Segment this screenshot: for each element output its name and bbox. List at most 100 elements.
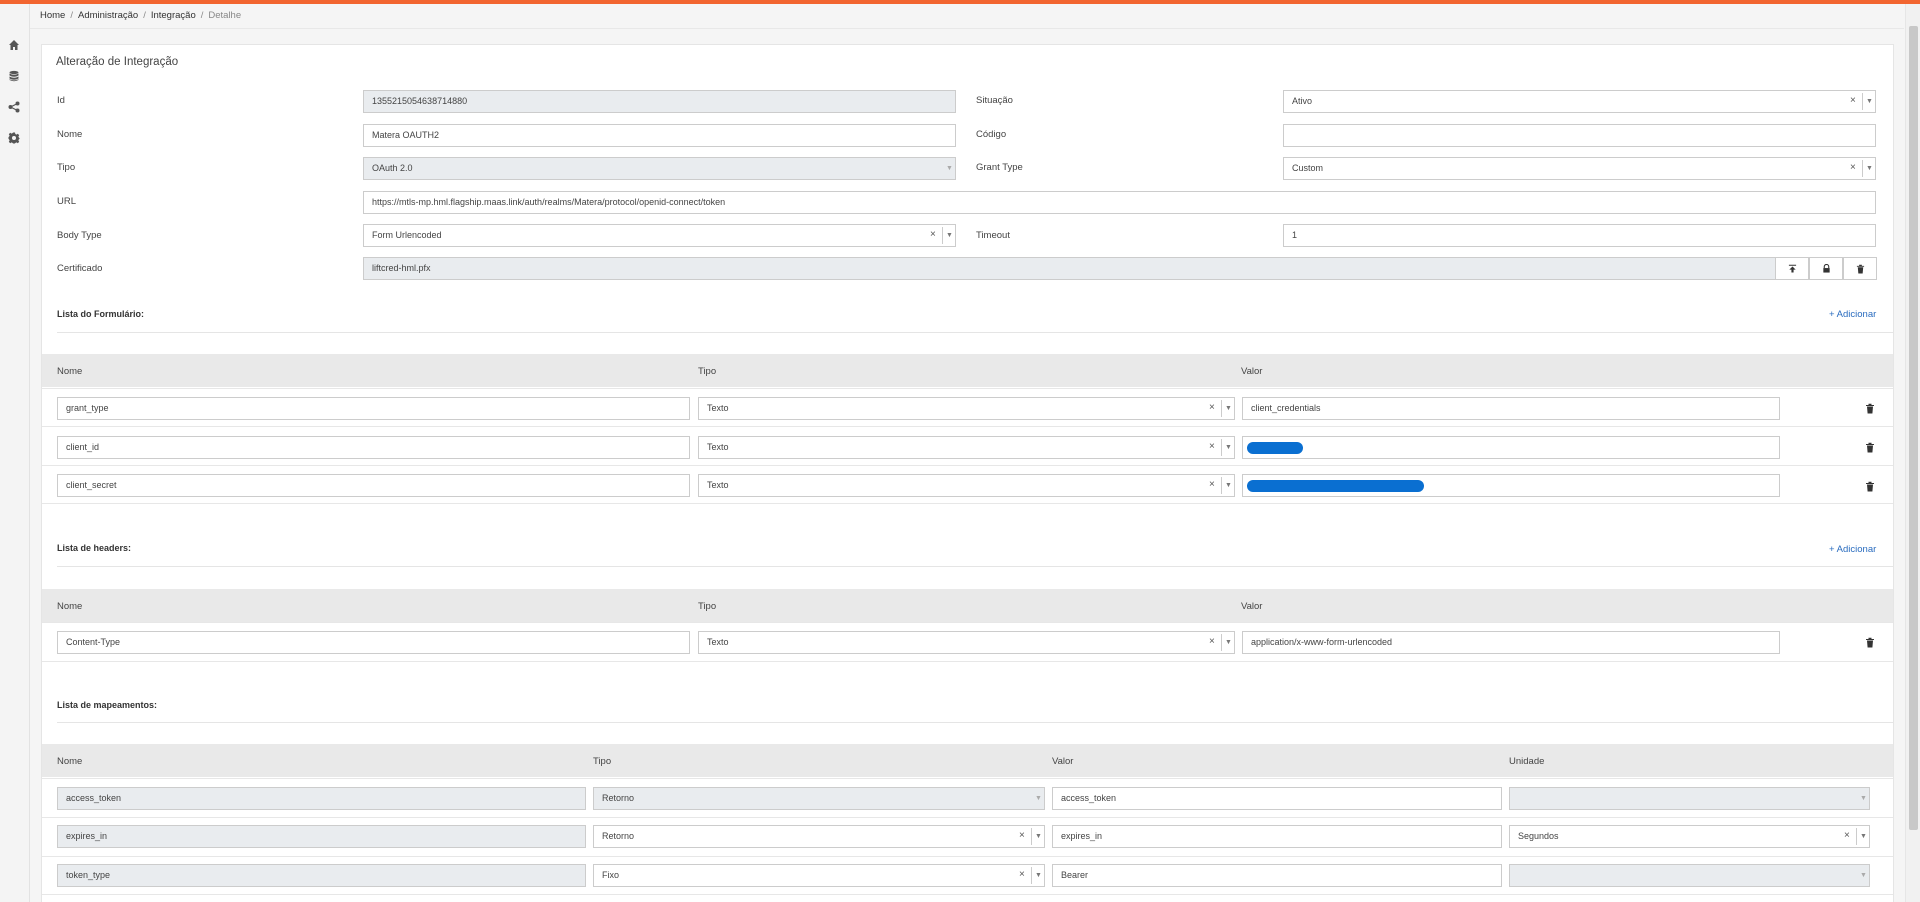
mapeamentos-row-3-tipo-chevron-down-icon[interactable]: ▼ [1035, 872, 1042, 879]
mapeamentos-row-2-tipo[interactable]: Retorno [593, 825, 1045, 848]
formulario-row-divider [42, 426, 1893, 427]
grant-type-chevron-down-icon[interactable]: ▼ [1866, 165, 1873, 172]
formulario-row-2-trash-icon[interactable] [1865, 442, 1875, 453]
situacao-clear-icon[interactable]: × [1850, 95, 1856, 106]
url-input[interactable]: https://mtls-mp.hml.flagship.maas.link/a… [363, 191, 1876, 214]
mapeamentos-row-3-valor[interactable]: Bearer [1052, 864, 1502, 887]
delete-certificate-button[interactable] [1843, 257, 1877, 280]
mapeamentos-row-1-tipo-value: Retorno [602, 793, 635, 803]
formulario-row-2-tipo-divider [1221, 439, 1222, 456]
mapeamentos-row-2-valor[interactable]: expires_in [1052, 825, 1502, 848]
breadcrumb-integracao[interactable]: Integração [151, 10, 196, 21]
mapeamentos-row-2-unidade-clear-icon[interactable]: × [1844, 830, 1850, 841]
share-icon[interactable] [7, 100, 21, 114]
formulario-row-3-tipo[interactable]: Texto [698, 474, 1235, 497]
mapeamentos-row-1-tipo: Retorno [593, 787, 1045, 810]
mapeamentos-row-2-unidade-chevron-down-icon[interactable]: ▼ [1860, 833, 1867, 840]
scrollbar-thumb[interactable] [1909, 26, 1918, 830]
headers-row-1-tipo-clear-icon[interactable]: × [1209, 636, 1215, 647]
grant-type-label: Grant Type [976, 162, 1023, 173]
timeout-label: Timeout [976, 230, 1010, 241]
formulario-row-2-valor[interactable] [1242, 436, 1780, 459]
trash-icon [1856, 264, 1864, 273]
mapeamentos-row-3-tipo[interactable]: Fixo [593, 864, 1045, 887]
grant-type-clear-icon[interactable]: × [1850, 162, 1856, 173]
mapeamentos-col-valor: Valor [1052, 756, 1074, 767]
gear-icon[interactable] [7, 131, 21, 145]
formulario-row-1-valor[interactable]: client_credentials [1242, 397, 1780, 420]
formulario-row-3-trash-icon[interactable] [1865, 481, 1875, 492]
tipo-select: OAuth 2.0 [363, 157, 956, 180]
mapeamentos-col-tipo: Tipo [593, 756, 612, 767]
headers-table-header [42, 589, 1893, 622]
formulario-row-2-tipo[interactable]: Texto [698, 436, 1235, 459]
formulario-section-title: Lista do Formulário: [57, 309, 145, 319]
body-type-chevron-down-icon[interactable]: ▼ [946, 232, 953, 239]
url-label: URL [57, 196, 77, 207]
nome-label: Nome [57, 129, 83, 140]
database-icon[interactable] [7, 69, 21, 83]
timeout-input[interactable]: 1 [1283, 224, 1876, 247]
headers-row-1-tipo[interactable]: Texto [698, 631, 1235, 654]
headers-row-1-trash-icon[interactable] [1865, 637, 1875, 648]
grant-type-value: Custom [1292, 163, 1324, 173]
mapeamentos-row-2-unidade[interactable]: Segundos [1509, 825, 1870, 848]
home-icon[interactable] [7, 38, 21, 52]
body-type-select[interactable]: Form Urlencoded [363, 224, 956, 247]
formulario-col-nome: Nome [57, 366, 83, 377]
formulario-row-3-tipo-clear-icon[interactable]: × [1209, 479, 1215, 490]
formulario-row-1-tipo[interactable]: Texto [698, 397, 1235, 420]
situacao-label: Situação [976, 95, 1013, 106]
grant-type-divider [1862, 160, 1863, 177]
mapeamentos-row-2-unidade-divider [1856, 828, 1857, 845]
page-scrollbar[interactable] [1905, 4, 1920, 902]
mapeamentos-row-divider [42, 894, 1893, 895]
headers-divider [57, 566, 1893, 567]
formulario-row-1-chevron-down-icon[interactable]: ▼ [1225, 405, 1232, 412]
formulario-row-3-nome[interactable]: client_secret [57, 474, 690, 497]
situacao-chevron-down-icon[interactable]: ▼ [1866, 98, 1873, 105]
page-title: Alteração de Integração [56, 56, 179, 68]
formulario-row-2-nome[interactable]: client_id [57, 436, 690, 459]
headers-row-1-valor[interactable]: application/x-www-form-urlencoded [1242, 631, 1780, 654]
download-certificate-button[interactable] [1775, 257, 1809, 280]
mapeamentos-row-3-tipo-value: Fixo [602, 870, 620, 880]
formulario-row-1-trash-icon[interactable] [1865, 403, 1875, 414]
grant-type-select[interactable]: Custom [1283, 157, 1876, 180]
breadcrumb: Home / Administração / Integração / Detalhe [40, 10, 242, 21]
id-label: Id [57, 95, 65, 106]
headers-row-1-tipo-divider [1221, 634, 1222, 651]
formulario-row-1-nome[interactable]: grant_type [57, 397, 690, 420]
breadcrumb-administracao[interactable]: Administração [78, 10, 138, 21]
mapeamentos-row-2-unidade-value: Segundos [1518, 831, 1559, 841]
formulario-row-2-chevron-down-icon[interactable]: ▼ [1225, 444, 1232, 451]
mapeamentos-row-3-tipo-clear-icon[interactable]: × [1019, 869, 1025, 880]
formulario-add-link[interactable]: + Adicionar [1829, 309, 1876, 320]
body-type-value: Form Urlencoded [372, 230, 442, 240]
headers-row-1-nome[interactable]: Content-Type [57, 631, 690, 654]
headers-add-link[interactable]: + Adicionar [1829, 544, 1876, 555]
unlock-certificate-button[interactable] [1809, 257, 1843, 280]
mapeamentos-row-2-tipo-clear-icon[interactable]: × [1019, 830, 1025, 841]
mapeamentos-col-unidade: Unidade [1509, 756, 1545, 767]
headers-section-title: Lista de headers: [57, 543, 132, 553]
mapeamentos-row-2-tipo-chevron-down-icon[interactable]: ▼ [1035, 833, 1042, 840]
mapeamentos-row-3-nome: token_type [57, 864, 586, 887]
headers-row-divider [42, 661, 1893, 662]
mapeamentos-row-1-valor[interactable]: access_token [1052, 787, 1502, 810]
headers-row-1-chevron-down-icon[interactable]: ▼ [1225, 639, 1232, 646]
lock-icon [1822, 264, 1830, 273]
formulario-col-valor: Valor [1241, 366, 1263, 377]
codigo-input[interactable] [1283, 124, 1876, 147]
nome-input[interactable]: Matera OAUTH2 [363, 124, 956, 147]
body-type-clear-icon[interactable]: × [930, 229, 936, 240]
formulario-row-3-chevron-down-icon[interactable]: ▼ [1225, 482, 1232, 489]
formulario-row-2-tipo-value: Texto [707, 442, 729, 452]
mapeamentos-section-title: Lista de mapeamentos: [57, 700, 158, 710]
headers-col-tipo: Tipo [698, 601, 717, 612]
mapeamentos-row-1-tipo-chevron-down-icon: ▼ [1035, 795, 1042, 802]
formulario-row-2-tipo-clear-icon[interactable]: × [1209, 441, 1215, 452]
situacao-select[interactable]: Ativo [1283, 90, 1876, 113]
breadcrumb-home[interactable]: Home [40, 10, 65, 21]
formulario-row-1-tipo-clear-icon[interactable]: × [1209, 402, 1215, 413]
